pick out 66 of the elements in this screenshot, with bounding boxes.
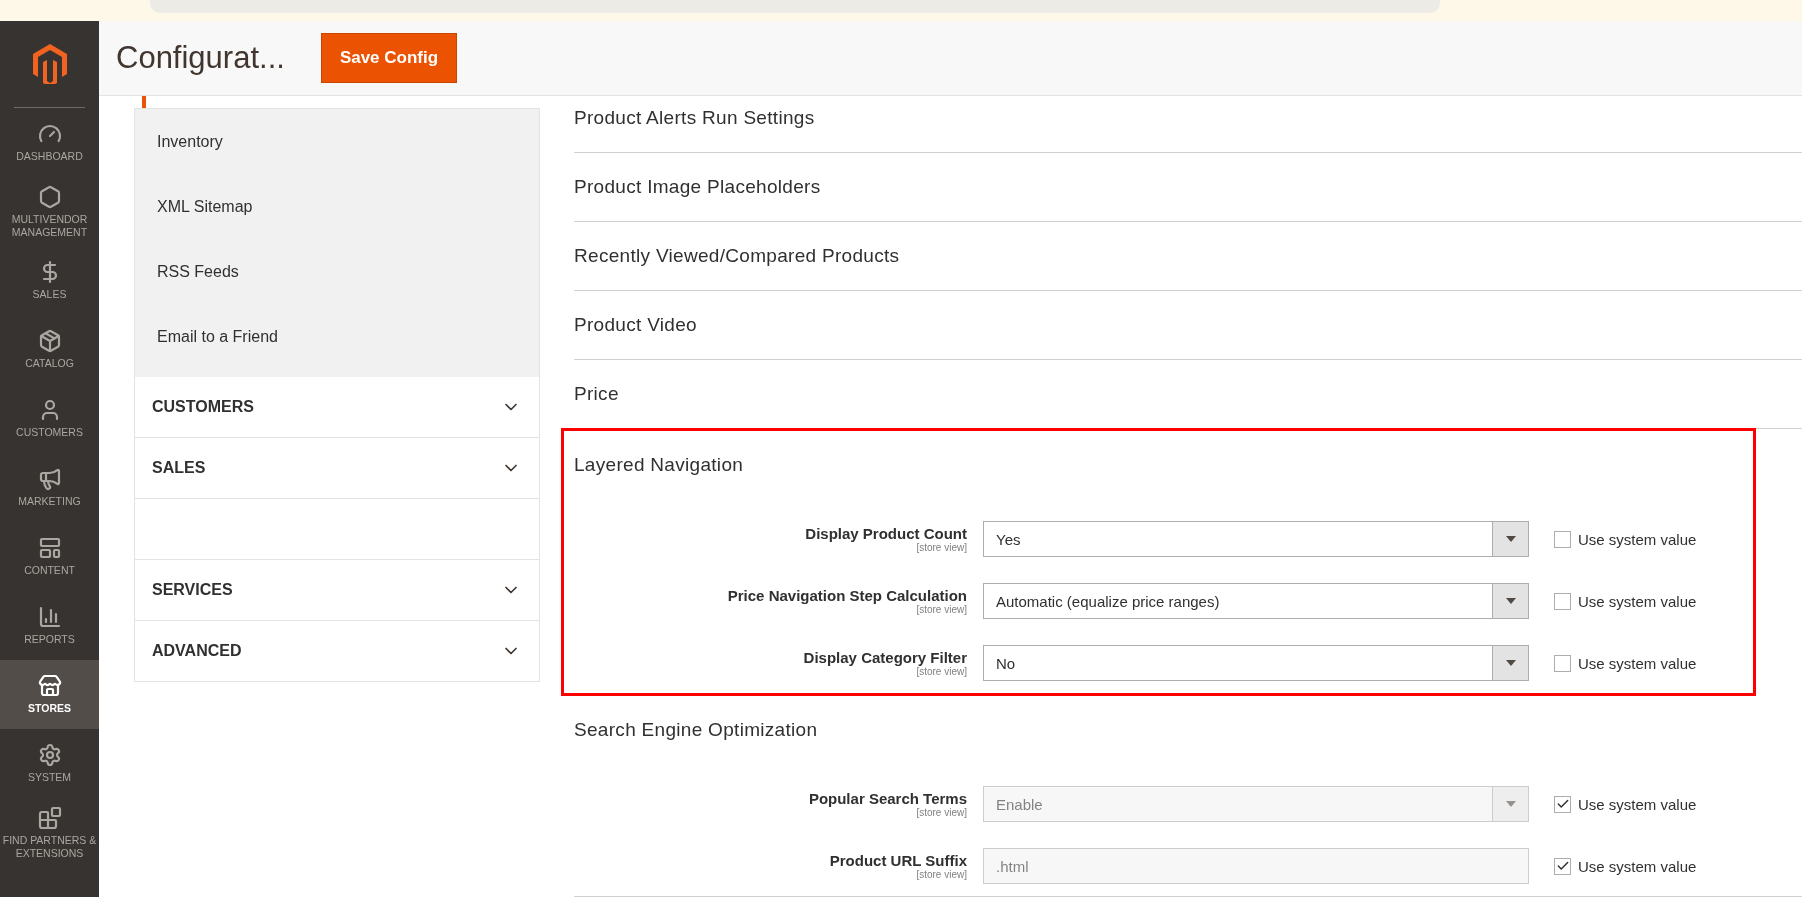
sidebar-item[interactable]: REPORTS — [0, 591, 99, 660]
nav-link[interactable]: RSS Feeds — [135, 239, 539, 304]
scope-label: [store view] — [915, 869, 967, 880]
sidebar-item[interactable]: MARKETING — [0, 453, 99, 522]
select-field[interactable]: No — [983, 645, 1529, 681]
scope-label: [store view] — [915, 542, 967, 553]
group-title[interactable]: Layered Navigation — [574, 431, 1753, 499]
field-label: Price Navigation Step Calculation — [726, 587, 967, 604]
megaphone-icon — [37, 467, 62, 491]
section-title: SALES — [152, 459, 206, 477]
group-title[interactable]: Search Engine Optimization — [574, 696, 1802, 764]
blocks-icon — [37, 805, 62, 830]
scope-label: [store view] — [915, 807, 967, 818]
section-title: CUSTOMERS — [152, 398, 254, 416]
bar-chart-icon — [37, 605, 62, 629]
nav-link[interactable]: Email to a Friend — [135, 304, 539, 369]
select-value: Automatic (equalize price ranges) — [995, 592, 1220, 610]
sidebar-item[interactable]: SYSTEM — [0, 729, 99, 798]
hexagon-icon — [37, 184, 62, 209]
section-title: SERVICES — [152, 581, 233, 599]
field-label: Display Category Filter — [802, 649, 967, 666]
box-icon — [37, 329, 62, 353]
nav-section[interactable]: SALES — [134, 438, 540, 499]
sidebar-item[interactable]: SALES — [0, 246, 99, 315]
nav-section[interactable]: ADVANCED — [134, 621, 540, 682]
group-title[interactable]: Recently Viewed/Compared Products — [574, 222, 1802, 290]
select-value: Enable — [995, 795, 1043, 813]
sidebar-item[interactable]: CONTENT — [0, 522, 99, 591]
checkbox-label: Use system value — [1578, 530, 1697, 548]
select-value: No — [995, 654, 1016, 672]
group-title[interactable]: Product Image Placeholders — [574, 153, 1802, 221]
checkbox[interactable] — [1554, 530, 1571, 548]
checkbox-label: Use system value — [1578, 592, 1697, 610]
field-label: Product URL Suffix — [828, 852, 967, 869]
select-field[interactable]: Automatic (equalize price ranges) — [983, 583, 1529, 619]
sidebar-item[interactable]: MULTIVENDOR MANAGEMENT — [0, 177, 99, 246]
checkbox[interactable] — [1554, 654, 1571, 672]
logo-icon — [32, 44, 67, 84]
sidebar-item[interactable]: FIND PARTNERS & EXTENSIONS — [0, 798, 99, 867]
store-icon — [37, 674, 62, 698]
group-title[interactable]: Product Video — [574, 291, 1802, 359]
sidebar-item[interactable]: CATALOG — [0, 315, 99, 384]
checkbox-label: Use system value — [1578, 654, 1697, 672]
nav-section[interactable]: SERVICES — [134, 560, 540, 621]
group-title[interactable]: Product Alerts Run Settings — [574, 84, 1802, 152]
group-title[interactable]: Price — [574, 360, 1802, 428]
sidebar-item[interactable]: CUSTOMERS — [0, 384, 99, 453]
field-label: Display Product Count — [804, 525, 967, 542]
page-title: Configurat... — [116, 40, 285, 76]
checkbox[interactable] — [1554, 592, 1571, 610]
scope-label: [store view] — [915, 604, 967, 615]
nav-section[interactable]: CUSTOMERS — [134, 377, 540, 438]
field-label: Popular Search Terms — [807, 790, 967, 807]
nav-link[interactable]: Inventory — [135, 109, 539, 174]
layout-icon — [37, 536, 62, 560]
checkbox-label: Use system value — [1578, 857, 1697, 875]
scope-label: [store view] — [916, 666, 967, 677]
settings-icon — [37, 743, 62, 767]
save-button[interactable]: Save Config — [320, 33, 458, 83]
checkbox-label: Use system value — [1578, 795, 1697, 813]
sidebar-item[interactable]: DASHBOARD — [0, 108, 99, 177]
nav-link[interactable]: XML Sitemap — [135, 174, 539, 239]
select-field[interactable]: Yes — [983, 521, 1529, 557]
sidebar-item[interactable]: STORES — [0, 660, 99, 729]
section-title: ADVANCED — [152, 642, 242, 660]
select-value: Yes — [995, 530, 1021, 548]
